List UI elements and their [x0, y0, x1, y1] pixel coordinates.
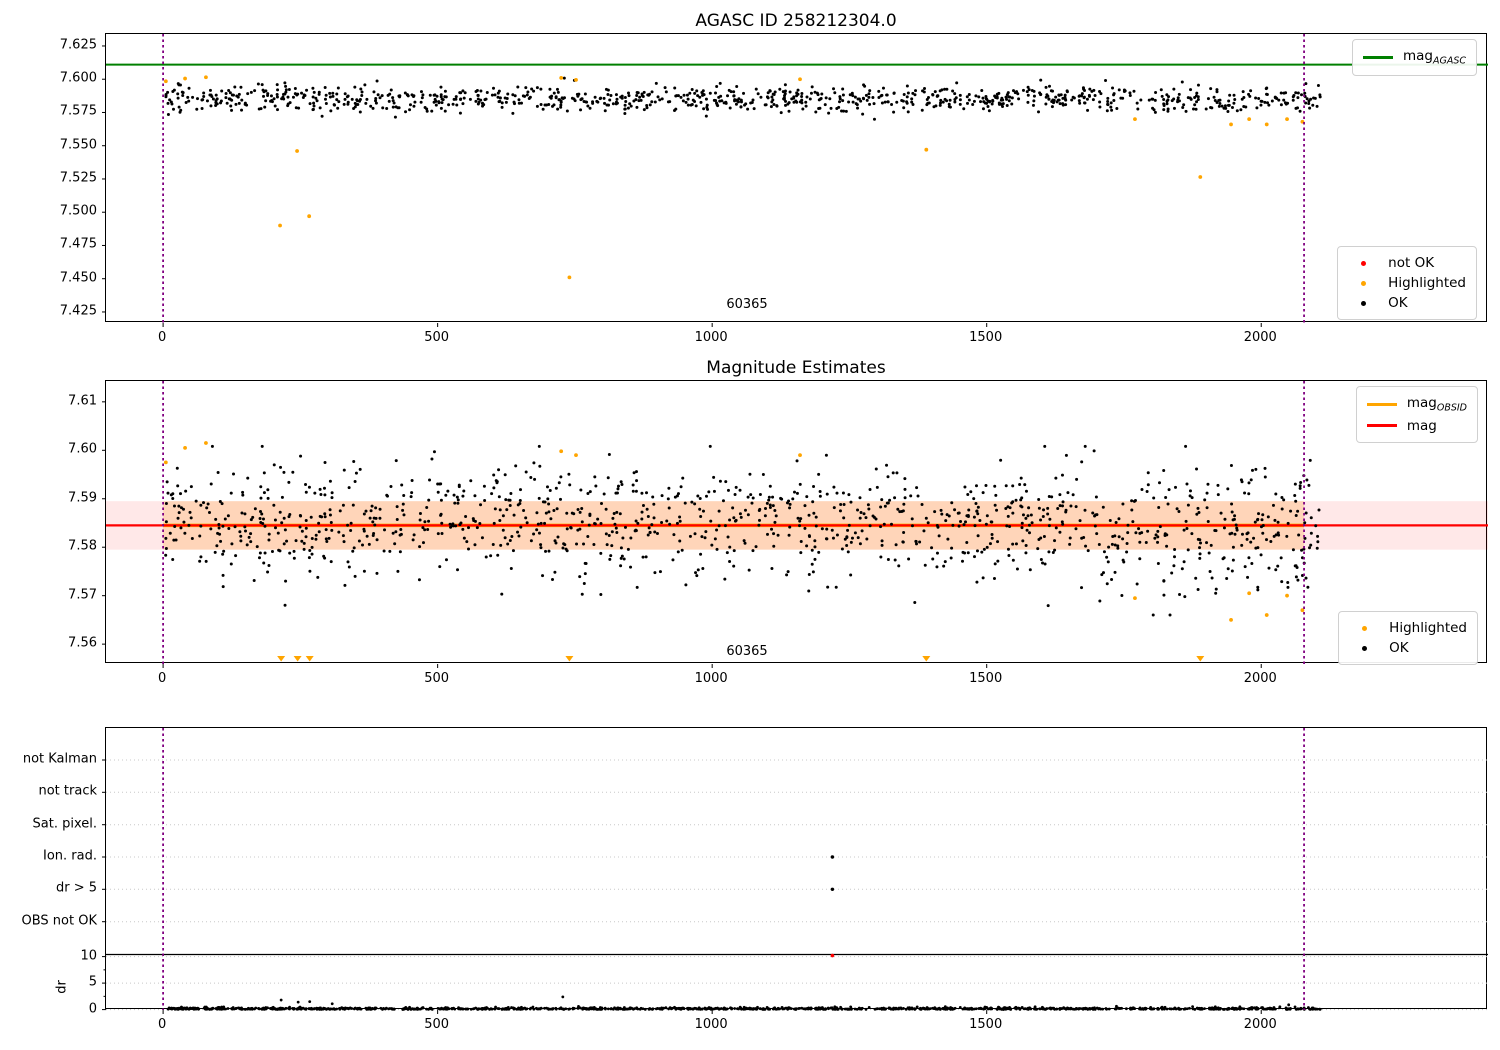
chart1-y-tick-label: 7.600: [59, 70, 97, 86]
legend-label: magAGASC: [1402, 48, 1466, 67]
chart1-legend-agasc: magAGASC: [1351, 39, 1477, 76]
chart3-flag-label: Sat. pixel.: [32, 816, 97, 832]
chart1-title: AGASC ID 258212304.0: [695, 11, 897, 31]
legend-sample: [1348, 260, 1378, 266]
obsid-boundary-vlines: [162, 34, 1305, 323]
legend-item-mag-agasc: magAGASC: [1362, 46, 1466, 69]
chart1-axes: [102, 33, 1488, 327]
chart2-y-tick-label: 7.56: [68, 635, 97, 651]
chart1-obsid-label: 60365: [726, 297, 768, 312]
chart1-y-tick-label: 7.550: [59, 137, 97, 153]
chart3-dr-tick-label: 5: [88, 974, 97, 990]
chart2-x-tick-label: 500: [424, 671, 450, 686]
legend-label: Highlighted: [1389, 620, 1467, 636]
legend-item-highlighted: Highlighted: [1348, 273, 1466, 293]
legend-item-highlighted: Highlighted: [1349, 618, 1467, 638]
chart1-x-tick-label: 0: [157, 330, 167, 345]
chart3-x-tick-label: 500: [424, 1017, 450, 1032]
red-line-sample: [1366, 424, 1397, 427]
chart2-y-tick-label: 7.61: [68, 393, 97, 409]
chart3-x-tick-label: 1000: [694, 1017, 728, 1032]
chart2-x-tick-label: 0: [157, 671, 167, 686]
chart1-x-tick-label: 1000: [694, 330, 728, 345]
chart3-dr-tick-label: 10: [80, 948, 97, 964]
chart1-x-tick-label: 1500: [969, 330, 1003, 345]
legend-item-not-ok: not OK: [1348, 253, 1466, 273]
chart2-title: Magnitude Estimates: [706, 358, 886, 378]
legend-sample: [1348, 280, 1378, 286]
chart1-plot-area: [102, 34, 1488, 327]
legend-sample: [1349, 645, 1379, 651]
chart2-plot-area: [102, 381, 1488, 668]
chart2-x-tick-label: 1000: [694, 671, 728, 686]
chart2-axes: [102, 380, 1488, 668]
chart2-y-tick-label: 7.60: [68, 441, 97, 457]
not-ok-dr-points: [830, 953, 835, 958]
legend-sample: [1348, 300, 1378, 306]
legend-sample: [1366, 402, 1397, 407]
figure: AGASC ID 258212304.0 Magnitude Estimates…: [0, 0, 1500, 1050]
chart1-y-tick-label: 7.625: [59, 37, 97, 53]
chart1-y-tick-label: 7.525: [59, 170, 97, 186]
chart2-y-tick-label: 7.58: [68, 538, 97, 554]
chart3-flag-label: dr > 5: [55, 880, 97, 896]
legend-label: not OK: [1388, 255, 1435, 271]
ok-points: [164, 76, 1322, 121]
legend-label: mag: [1406, 417, 1437, 434]
chart1-legend-points: not OK Highlighted OK: [1337, 246, 1477, 320]
chart1-y-tick-label: 7.450: [59, 270, 97, 286]
chart3-x-tick-label: 0: [157, 1017, 167, 1032]
legend-sample: [1362, 56, 1393, 59]
chart1-y-tick-label: 7.500: [59, 203, 97, 219]
chart2-legend-lines: magOBSID mag: [1355, 386, 1478, 443]
chart1-x-tick-label: 2000: [1243, 330, 1277, 345]
chart3-x-tick-label: 2000: [1243, 1017, 1277, 1032]
orange-dot-sample: [1360, 280, 1366, 286]
legend-item-ok: OK: [1348, 293, 1466, 313]
legend-label: OK: [1389, 640, 1409, 656]
chart1-y-tick-label: 7.425: [59, 303, 97, 319]
legend-item-mag: mag: [1366, 416, 1467, 436]
flag-event-points: [830, 855, 835, 891]
chart3-flag-label: not Kalman: [22, 751, 97, 767]
green-line-sample: [1362, 56, 1393, 59]
chart2-obsid-label: 60365: [726, 644, 768, 659]
chart3-plot-area: [102, 728, 1488, 1014]
legend-label: magOBSID: [1406, 395, 1467, 414]
chart2-x-tick-label: 1500: [969, 671, 1003, 686]
chart3-dr-axis-label: dr: [54, 980, 70, 995]
black-dot-sample: [1361, 645, 1367, 651]
chart3-flag-label: not track: [38, 783, 97, 799]
chart3-flag-label: OBS not OK: [21, 913, 98, 929]
chart2-y-tick-label: 7.59: [68, 490, 97, 506]
legend-sample: [1349, 625, 1379, 631]
dr-points: [166, 995, 1322, 1011]
orange-line-sample: [1366, 402, 1397, 407]
chart2-legend-points: Highlighted OK: [1338, 611, 1478, 665]
chart3-flag-label: Ion. rad.: [43, 848, 97, 864]
obsid-boundary-vlines: [162, 728, 1305, 1010]
legend-item-ok: OK: [1349, 638, 1467, 658]
chart3-x-tick-label: 1500: [969, 1017, 1003, 1032]
red-dot-sample: [1360, 260, 1366, 266]
legend-item-mag-obsid: magOBSID: [1366, 393, 1467, 416]
legend-sample: [1366, 424, 1397, 427]
chart2-x-tick-label: 2000: [1243, 671, 1277, 686]
chart3-axes: [102, 727, 1488, 1014]
chart3-dr-tick-label: 0: [88, 1001, 97, 1017]
legend-label: Highlighted: [1388, 275, 1466, 291]
chart1-y-tick-label: 7.575: [59, 103, 97, 119]
chart1-x-tick-label: 500: [424, 330, 450, 345]
black-dot-sample: [1360, 300, 1366, 306]
chart2-y-tick-label: 7.57: [68, 587, 97, 603]
orange-dot-sample: [1361, 625, 1367, 631]
legend-label: OK: [1388, 295, 1408, 311]
chart1-y-tick-label: 7.475: [59, 236, 97, 252]
